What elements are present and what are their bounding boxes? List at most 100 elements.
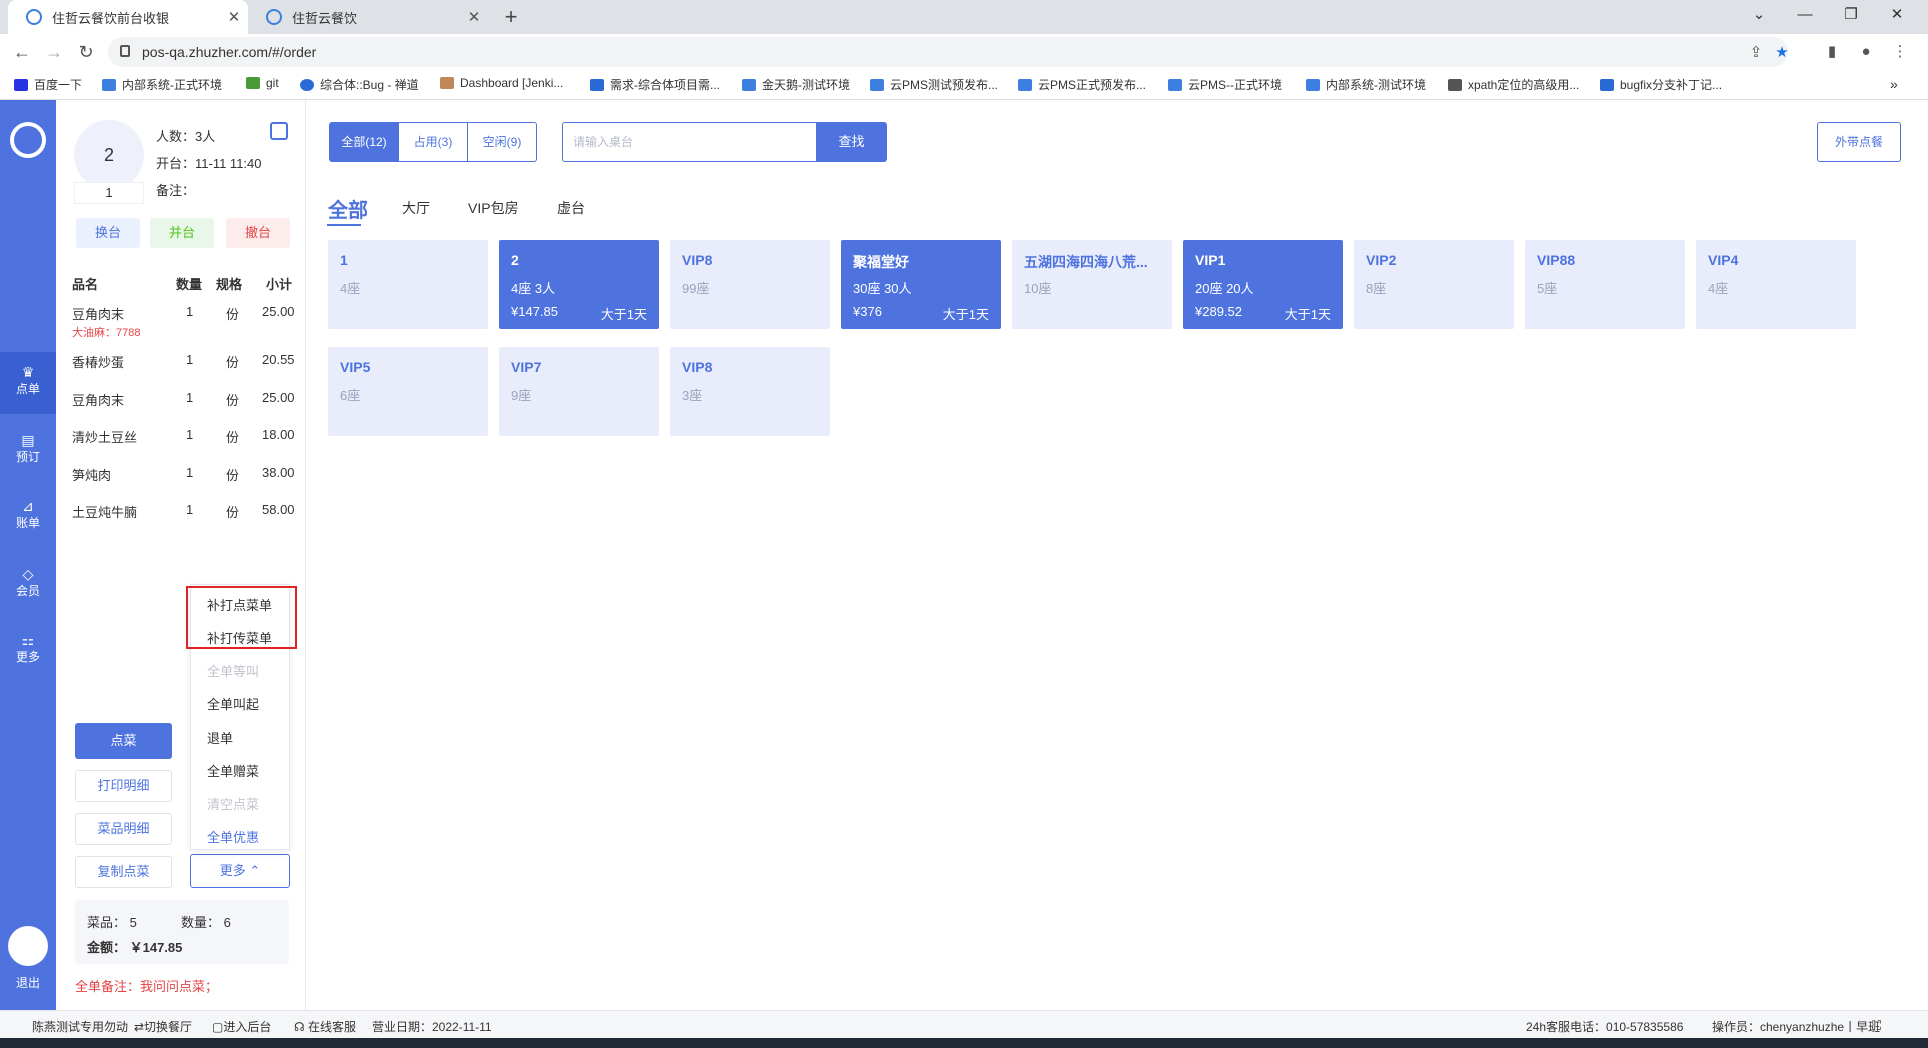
table-card-name: 五湖四海四海八荒... (1024, 254, 1148, 270)
bookmark-label: git (266, 76, 279, 90)
table-card[interactable]: VIP88 5座 (1525, 240, 1685, 329)
tab-search-chevron-icon[interactable]: ⌄ (1736, 0, 1782, 30)
table-card[interactable]: VIP7 9座 (499, 347, 659, 436)
bookmark-item[interactable]: 云PMS测试预发布... (870, 76, 998, 93)
item-name[interactable]: 笋炖肉 (72, 465, 111, 484)
bookmark-item[interactable]: 内部系统-测试环境 (1306, 76, 1426, 93)
bookmark-favicon-icon (590, 78, 604, 91)
browser-toolbar: ← → ↻ pos-qa.zhuzher.com/#/order ⇪ ★ ▮ ●… (0, 34, 1928, 70)
bookmark-item[interactable]: 需求-综合体项目需... (590, 76, 720, 93)
area-tab-hall[interactable]: 大厅 (402, 198, 430, 218)
item-name[interactable]: 土豆炖牛腩 (72, 502, 137, 521)
item-name[interactable]: 豆角肉末 (72, 390, 124, 409)
menu-item-fire-all[interactable]: 全单叫起 (207, 694, 259, 713)
menu-item-gift-all[interactable]: 全单赠菜 (207, 761, 259, 780)
forward-icon[interactable]: → (40, 38, 68, 66)
fullscreen-icon[interactable]: ⛶ (1872, 1018, 1881, 1034)
more-button[interactable]: 更多 ⌃ (190, 854, 290, 888)
restore-icon[interactable]: ❐ (1828, 0, 1874, 30)
menu-item-hold-all[interactable]: 全单等叫 (207, 661, 259, 680)
item-name[interactable]: 清炒土豆丝 (72, 427, 137, 446)
item-unit: 份 (226, 393, 240, 408)
nav-item-member[interactable]: ◇ 会员 (0, 554, 56, 616)
order-dish-button[interactable]: 点菜 (75, 723, 172, 759)
new-tab-icon[interactable]: + (497, 3, 525, 31)
bookmark-item[interactable]: 云PMS--正式环境 (1168, 76, 1282, 93)
bookmark-item[interactable]: xpath定位的高级用... (1448, 76, 1579, 93)
avatar[interactable] (8, 926, 48, 966)
area-tab-virtual[interactable]: 虚台 (557, 198, 585, 218)
table-card[interactable]: VIP5 6座 (328, 347, 488, 436)
menu-item-discount-all[interactable]: 全单优惠 (207, 827, 259, 846)
table-card[interactable]: VIP8 99座 (670, 240, 830, 329)
nav-item-bill[interactable]: ⊿ 账单 (0, 486, 56, 548)
area-tab-all[interactable]: 全部 (328, 194, 368, 223)
address-bar[interactable]: pos-qa.zhuzher.com/#/order ⇪ ★ (108, 37, 1789, 67)
bookmark-star-icon[interactable]: ★ (1770, 41, 1794, 65)
table-card[interactable]: VIP2 8座 (1354, 240, 1514, 329)
bookmark-item[interactable]: 综合体::Bug - 禅道 (300, 76, 419, 93)
bookmark-item[interactable]: 百度一下 (14, 76, 82, 93)
kebab-menu-icon[interactable]: ⋮ (1888, 40, 1912, 64)
more-bookmarks-icon[interactable]: » (1890, 76, 1898, 92)
url-text[interactable]: pos-qa.zhuzher.com/#/order (142, 44, 316, 60)
filter-occupied[interactable]: 占用(3) (398, 122, 468, 162)
area-tab-vip[interactable]: VIP包房 (468, 198, 519, 218)
table-card[interactable]: VIP8 3座 (670, 347, 830, 436)
nav-item-more[interactable]: ⚏ 更多 (0, 620, 56, 682)
change-table-button[interactable]: 换台 (76, 218, 140, 248)
copy-order-button[interactable]: 复制点菜 (75, 856, 172, 888)
bookmark-favicon-icon (102, 78, 116, 91)
bookmark-favicon-icon (1018, 78, 1032, 91)
item-name[interactable]: 豆角肉末 (72, 304, 124, 323)
table-card[interactable]: 2 4座 3人 ¥147.85 大于1天 (499, 240, 659, 329)
bookmark-item[interactable]: git (246, 76, 279, 90)
share-icon[interactable]: ⇪ (1744, 41, 1768, 65)
bookmark-item[interactable]: 云PMS正式预发布... (1018, 76, 1146, 93)
table-card-name: VIP7 (511, 359, 542, 375)
logout-button[interactable]: 退出 (0, 974, 56, 991)
table-card-seats: 9座 (511, 388, 532, 403)
reload-icon[interactable]: ↻ (72, 38, 100, 66)
item-name[interactable]: 香椿炒蛋 (72, 352, 124, 371)
menu-item-refund[interactable]: 退单 (207, 728, 233, 747)
side-panel-icon[interactable]: ▮ (1820, 40, 1844, 64)
nav-item-reservation[interactable]: ▤ 预订 (0, 420, 56, 482)
bookmark-item[interactable]: 内部系统-正式环境 (102, 76, 222, 93)
takeout-order-button[interactable]: 外带点餐 (1817, 122, 1901, 162)
table-card[interactable]: VIP4 4座 (1696, 240, 1856, 329)
table-card[interactable]: VIP1 20座 20人 ¥289.52 大于1天 (1183, 240, 1343, 329)
nav-item-order[interactable]: ♛ 点单 (0, 352, 56, 414)
print-detail-button[interactable]: 打印明细 (75, 770, 172, 802)
item-subtotal: 25.00 (262, 304, 295, 319)
browser-tab[interactable]: 住哲云餐饮 ✕ (248, 0, 488, 34)
bookmark-favicon-icon (1306, 78, 1320, 91)
merge-table-button[interactable]: 并台 (150, 218, 214, 248)
switch-restaurant-button[interactable]: ⇄切换餐厅 (134, 1018, 192, 1035)
bookmark-item[interactable]: 金天鹅-测试环境 (742, 76, 850, 93)
table-card[interactable]: 1 4座 (328, 240, 488, 329)
table-card[interactable]: 五湖四海四海八荒... 10座 (1012, 240, 1172, 329)
profile-icon[interactable]: ● (1854, 40, 1878, 64)
back-icon[interactable]: ← (8, 38, 36, 66)
search-button[interactable]: 查找 (816, 122, 887, 162)
close-window-icon[interactable]: ✕ (1874, 0, 1920, 30)
online-service-button[interactable]: ☊ 在线客服 (294, 1018, 356, 1035)
cancel-table-button[interactable]: 撤台 (226, 218, 290, 248)
dish-detail-button[interactable]: 菜品明细 (75, 813, 172, 845)
table-card-name: VIP2 (1366, 252, 1397, 268)
enter-backend-button[interactable]: ▢进入后台 (212, 1018, 271, 1035)
bookmark-item[interactable]: Dashboard [Jenki... (440, 76, 563, 90)
tab-close-icon[interactable]: ✕ (220, 8, 248, 26)
filter-all[interactable]: 全部(12) (329, 122, 399, 162)
browser-tab-active[interactable]: 住哲云餐饮前台收银 ✕ (8, 0, 248, 34)
bookmark-item[interactable]: bugfix分支补丁记... (1600, 76, 1722, 93)
filter-free[interactable]: 空闲(9) (467, 122, 537, 162)
minimize-icon[interactable]: — (1782, 0, 1828, 30)
table-card[interactable]: 聚福堂好 30座 30人 ¥376 大于1天 (841, 240, 1001, 329)
edit-icon[interactable] (270, 122, 288, 140)
table-card-duration: 大于1天 (1284, 307, 1331, 322)
tab-close-icon[interactable]: ✕ (460, 8, 488, 26)
menu-item-clear-order[interactable]: 清空点菜 (207, 794, 259, 813)
table-search-input[interactable] (562, 122, 822, 162)
